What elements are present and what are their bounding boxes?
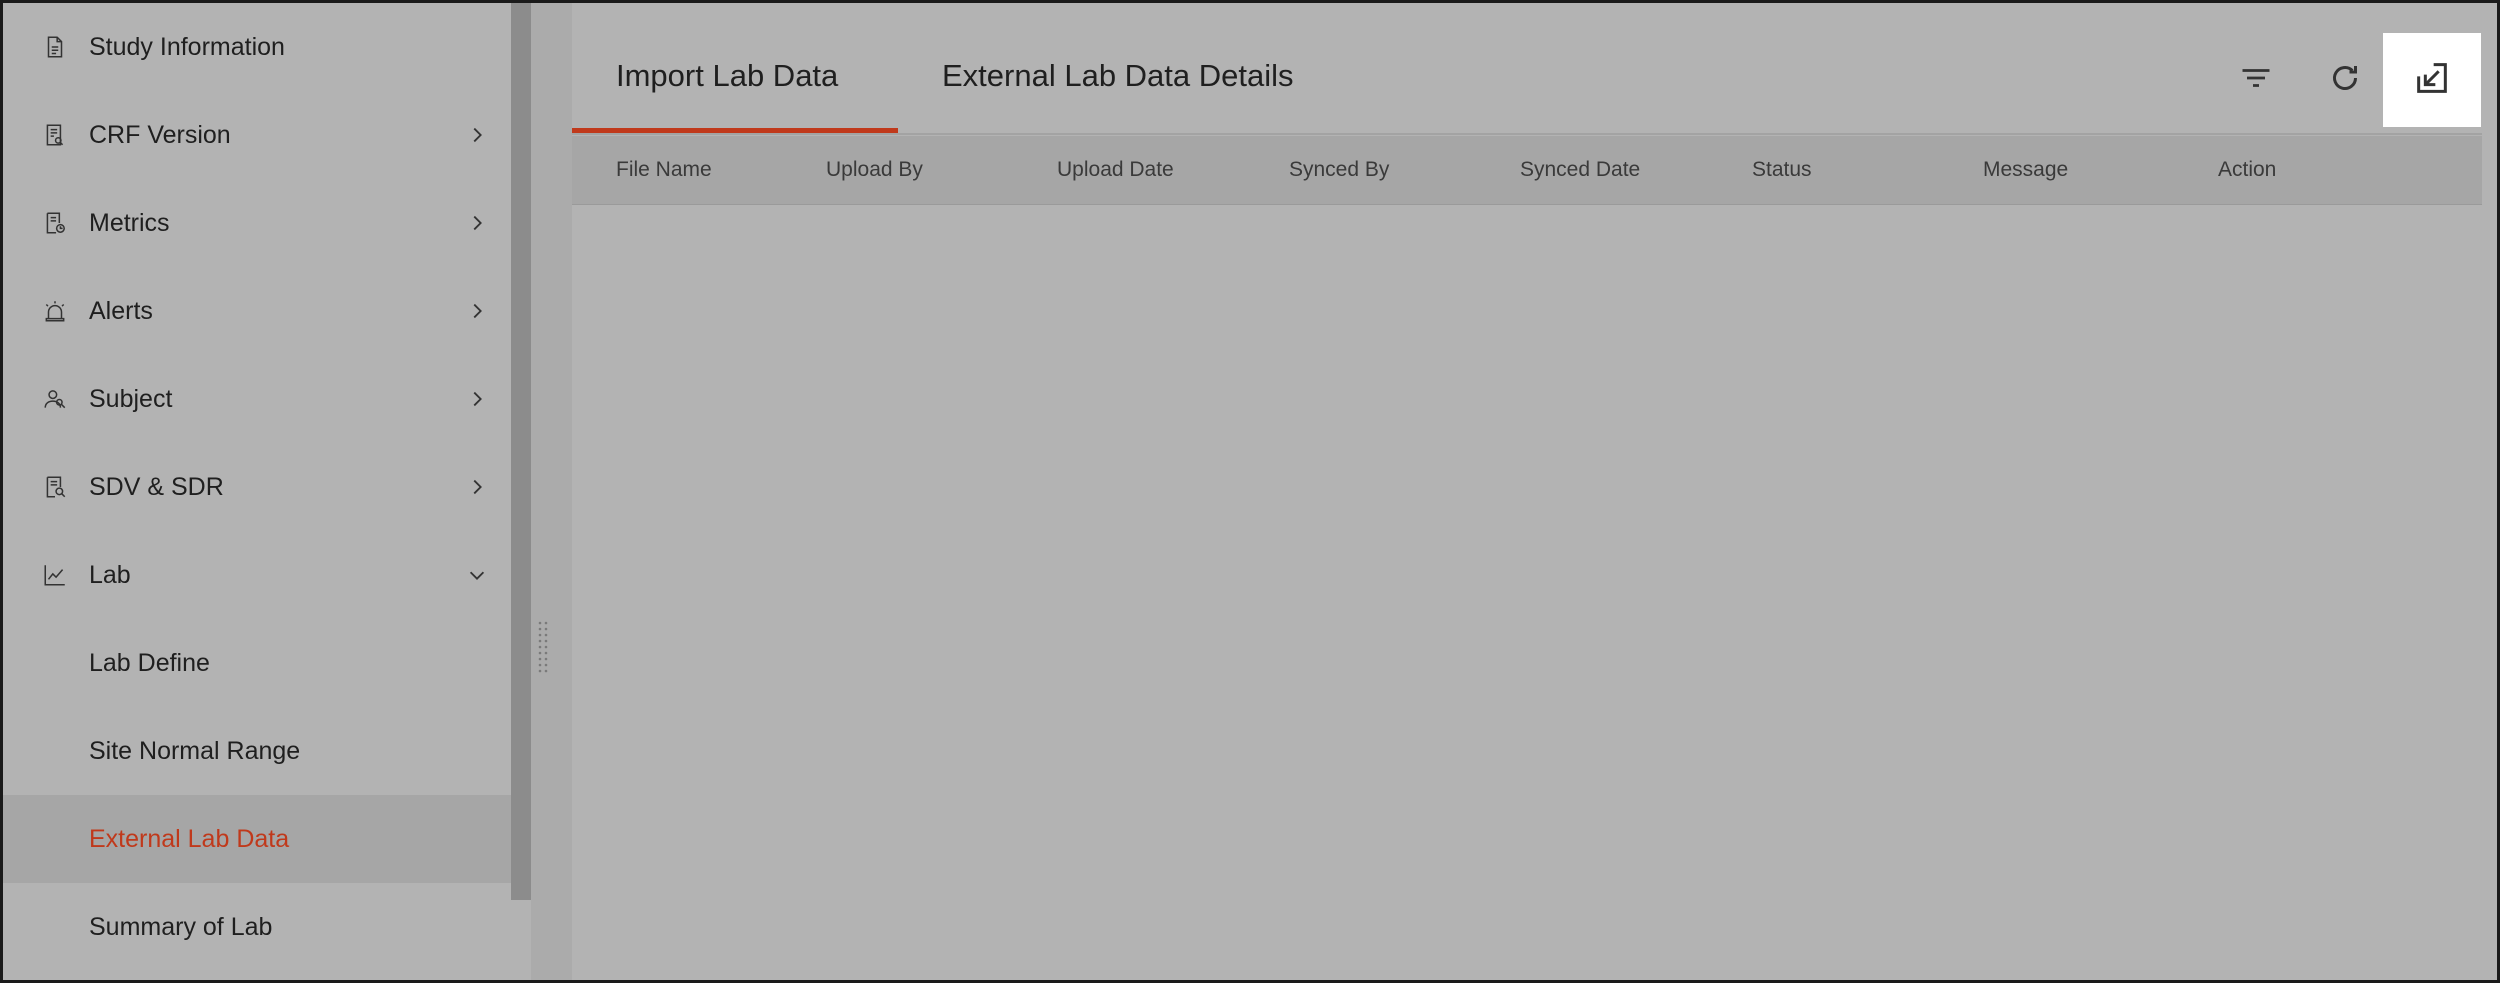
sidebar-item-subject[interactable]: Subject (3, 355, 513, 443)
tab-bar: Import Lab Data External Lab Data Detail… (572, 28, 2482, 135)
sidebar-item-alerts[interactable]: Alerts (3, 267, 513, 355)
drag-handle-icon[interactable] (537, 619, 549, 675)
sidebar-item-label: External Lab Data (89, 824, 290, 853)
users-icon (41, 385, 69, 413)
filter-icon (2238, 60, 2274, 101)
column-header-message[interactable]: Message (1983, 158, 2068, 182)
metrics-icon (41, 209, 69, 237)
sidebar-item-summary-of-lab[interactable]: Summary of Lab (3, 883, 513, 971)
chevron-down-icon (465, 563, 489, 587)
doc-search-icon (41, 473, 69, 501)
sidebar-nav: Study Information CRF Version Metrics Al… (3, 3, 513, 980)
tab-import-lab-data[interactable]: Import Lab Data (616, 58, 838, 94)
sidebar-item-label: SDV & SDR (89, 472, 224, 501)
chevron-right-icon (465, 299, 489, 323)
sidebar-item-site-normal-range[interactable]: Site Normal Range (3, 707, 513, 795)
table-header: File Name Upload By Upload Date Synced B… (572, 136, 2482, 205)
column-header-status[interactable]: Status (1752, 158, 1812, 182)
filter-button[interactable] (2232, 56, 2280, 104)
table-body-empty (572, 205, 2482, 980)
chevron-right-icon (465, 387, 489, 411)
sidebar-item-lab-define[interactable]: Lab Define (3, 619, 513, 707)
sidebar-item-label: Lab (89, 560, 131, 589)
panel-splitter[interactable] (531, 3, 572, 980)
column-header-synced-by[interactable]: Synced By (1289, 158, 1389, 182)
column-header-upload-by[interactable]: Upload By (826, 158, 923, 182)
main-content: Import Lab Data External Lab Data Detail… (572, 3, 2497, 980)
form-version-icon (41, 121, 69, 149)
refresh-button[interactable] (2321, 56, 2369, 104)
sidebar-item-sdv-sdr[interactable]: SDV & SDR (3, 443, 513, 531)
chevron-right-icon (465, 475, 489, 499)
import-button[interactable] (2383, 33, 2481, 127)
column-header-file-name[interactable]: File Name (616, 158, 712, 182)
column-header-action[interactable]: Action (2218, 158, 2276, 182)
chevron-right-icon (465, 211, 489, 235)
sidebar-item-label: Alerts (89, 296, 153, 325)
alarm-icon (41, 297, 69, 325)
sidebar-item-label: CRF Version (89, 120, 231, 149)
sidebar-item-metrics[interactable]: Metrics (3, 179, 513, 267)
sidebar-scrollbar[interactable] (511, 3, 531, 900)
document-icon (41, 33, 69, 61)
sidebar-item-label: Lab Define (89, 648, 210, 677)
chevron-right-icon (465, 123, 489, 147)
active-tab-indicator (572, 128, 898, 133)
sidebar-item-label: Study Information (89, 32, 285, 61)
sidebar-item-study-information[interactable]: Study Information (3, 3, 513, 91)
line-chart-icon (41, 561, 69, 589)
tab-external-lab-data-details[interactable]: External Lab Data Details (942, 58, 1294, 94)
sidebar-item-label: Summary of Lab (89, 912, 273, 941)
sidebar: Study Information CRF Version Metrics Al… (3, 3, 531, 980)
sidebar-item-external-lab-data[interactable]: External Lab Data (3, 795, 513, 883)
sidebar-item-lab[interactable]: Lab (3, 531, 513, 619)
column-header-synced-date[interactable]: Synced Date (1520, 158, 1640, 182)
sidebar-item-label: Metrics (89, 208, 170, 237)
sidebar-item-label: Subject (89, 384, 173, 413)
app-window: Study Information CRF Version Metrics Al… (0, 0, 2500, 983)
sidebar-item-label: Site Normal Range (89, 736, 301, 765)
refresh-icon (2327, 60, 2363, 101)
column-header-upload-date[interactable]: Upload Date (1057, 158, 1174, 182)
import-icon (2412, 58, 2452, 103)
sidebar-item-crf-version[interactable]: CRF Version (3, 91, 513, 179)
